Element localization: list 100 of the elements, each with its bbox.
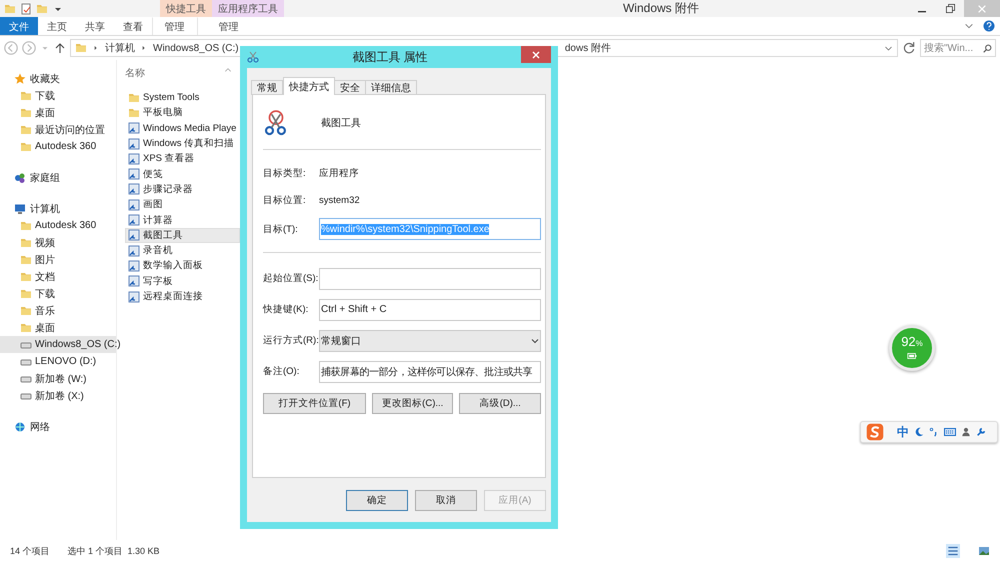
file-item[interactable]: 便笺 <box>125 166 240 182</box>
text-field[interactable]: Ctrl + Shift + C <box>319 298 541 320</box>
program-icon <box>128 229 140 242</box>
up-icon[interactable] <box>54 42 66 54</box>
window-title: Windows 附件 <box>622 0 700 17</box>
nav-item[interactable]: 新加卷 (X:) <box>0 387 116 404</box>
field-label: 运行方式(R): <box>263 334 319 347</box>
keyboard-icon[interactable] <box>944 426 956 438</box>
dialog-title: 截图工具 属性 <box>351 48 429 66</box>
item-count: 14 个项目 <box>10 544 50 558</box>
dialog-button[interactable]: 确定 <box>346 490 408 511</box>
nav-item[interactable]: 桌面 <box>0 104 116 121</box>
dialog-tab[interactable]: 安全 <box>334 80 366 95</box>
thumbnail-view-icon[interactable] <box>978 545 990 557</box>
ribbon-tab[interactable]: 文件 <box>0 17 38 35</box>
field-label: 目标位置: <box>263 194 307 207</box>
search-field[interactable]: 搜索"Win... <box>920 39 996 57</box>
folder-icon <box>128 92 140 104</box>
battery-icon <box>907 351 917 361</box>
nav-group[interactable]: 家庭组 <box>0 169 116 186</box>
action-button[interactable]: 更改图标(C)... <box>372 393 454 414</box>
file-item[interactable]: XPS 查看器 <box>125 151 240 166</box>
dropdown-icon <box>531 336 539 344</box>
nav-item[interactable]: Autodesk 360 <box>0 217 116 234</box>
details-view-icon[interactable] <box>946 544 960 558</box>
folder-icon <box>20 140 32 152</box>
nav-group[interactable]: 计算机 <box>0 200 116 217</box>
dropdown-icon[interactable] <box>884 44 893 52</box>
breadcrumb[interactable]: dows 附件 <box>564 41 611 55</box>
folder-icon <box>20 288 32 300</box>
nav-item[interactable]: LENOVO (D:) <box>0 353 116 370</box>
help-icon[interactable] <box>983 20 995 32</box>
nav-item[interactable]: 音乐 <box>0 302 116 319</box>
program-icon <box>128 198 140 211</box>
folder-icon <box>20 236 32 248</box>
folder-icon <box>20 124 32 136</box>
action-button[interactable]: 高级(D)... <box>459 393 541 414</box>
breadcrumb[interactable]: Windows8_OS (C:) <box>153 42 239 54</box>
close-button[interactable] <box>521 46 551 63</box>
nav-item[interactable]: 文档 <box>0 268 116 285</box>
nav-group[interactable]: 网络 <box>0 418 116 435</box>
app-name: 截图工具 <box>321 116 361 130</box>
folder-icon <box>36 2 48 14</box>
file-item[interactable]: System Tools <box>125 90 240 106</box>
sogou-logo-icon[interactable] <box>866 423 884 441</box>
user-icon[interactable] <box>961 427 971 437</box>
homegroup-icon <box>14 172 26 184</box>
nav-item[interactable]: 下载 <box>0 285 116 302</box>
folder-icon <box>20 106 32 118</box>
folder-icon <box>20 254 32 266</box>
file-item[interactable]: 步骤记录器 <box>125 182 240 198</box>
nav-item[interactable]: 视频 <box>0 234 116 251</box>
folder-icon <box>20 90 32 102</box>
column-header[interactable]: 名称 <box>125 66 145 80</box>
punctuation-icon[interactable] <box>929 427 939 437</box>
file-item[interactable]: Windows Media Playe <box>125 120 240 136</box>
nav-item[interactable]: 下载 <box>0 87 116 104</box>
moon-icon[interactable] <box>914 427 924 437</box>
file-item[interactable]: 平板电脑 <box>125 105 240 121</box>
folder-icon <box>20 220 32 232</box>
file-item[interactable]: 录音机 <box>125 242 240 258</box>
field-label: 目标(T): <box>263 222 299 236</box>
folder-icon <box>20 270 32 282</box>
text-field[interactable]: 捕获屏幕的一部分，这样你可以保存、批注或共享 <box>319 360 541 382</box>
nav-item[interactable]: Autodesk 360 <box>0 138 116 155</box>
expand-icon[interactable] <box>964 21 974 31</box>
nav-item[interactable]: 图片 <box>0 251 116 268</box>
scissors-icon <box>247 51 259 63</box>
breadcrumb[interactable]: 计算机 <box>105 41 135 55</box>
action-button[interactable]: 打开文件位置(F) <box>263 393 366 414</box>
dialog-tab[interactable]: 详细信息 <box>365 80 417 95</box>
program-icon <box>128 138 140 150</box>
restore-icon[interactable] <box>946 4 954 13</box>
file-item[interactable]: 数学输入面板 <box>125 258 240 274</box>
dialog-button[interactable]: 取消 <box>415 490 477 511</box>
text-field[interactable] <box>319 268 541 290</box>
file-item[interactable]: 画图 <box>125 197 240 212</box>
program-icon <box>128 152 140 165</box>
refresh-icon[interactable] <box>902 41 916 55</box>
file-item[interactable]: 截图工具 <box>125 228 240 243</box>
dialog-tab[interactable]: 快捷方式 <box>283 77 335 95</box>
document-icon[interactable] <box>20 2 32 14</box>
file-item[interactable]: 写字板 <box>125 274 240 289</box>
folder-icon <box>4 2 16 14</box>
nav-item[interactable]: 最近访问的位置 <box>0 121 116 138</box>
input-mode[interactable]: 中 <box>897 424 909 440</box>
run-mode-select[interactable]: 常规窗口 <box>319 330 541 352</box>
field-label: 起始位置(S): <box>263 272 319 285</box>
field-value: system32 <box>319 195 361 206</box>
folder-icon <box>20 322 32 334</box>
computer-icon <box>14 202 26 214</box>
file-item[interactable]: 远程桌面连接 <box>125 288 240 304</box>
dialog-tab[interactable]: 常规 <box>251 80 283 95</box>
nav-item[interactable]: 桌面 <box>0 319 116 336</box>
file-item[interactable]: Windows 传真和扫描 <box>125 136 240 152</box>
file-item[interactable]: 计算器 <box>125 212 240 228</box>
wrench-icon[interactable] <box>976 427 986 437</box>
nav-item[interactable]: 新加卷 (W:) <box>0 370 116 387</box>
nav-group[interactable]: 收藏夹 <box>0 70 116 87</box>
scissors-icon <box>263 110 289 136</box>
